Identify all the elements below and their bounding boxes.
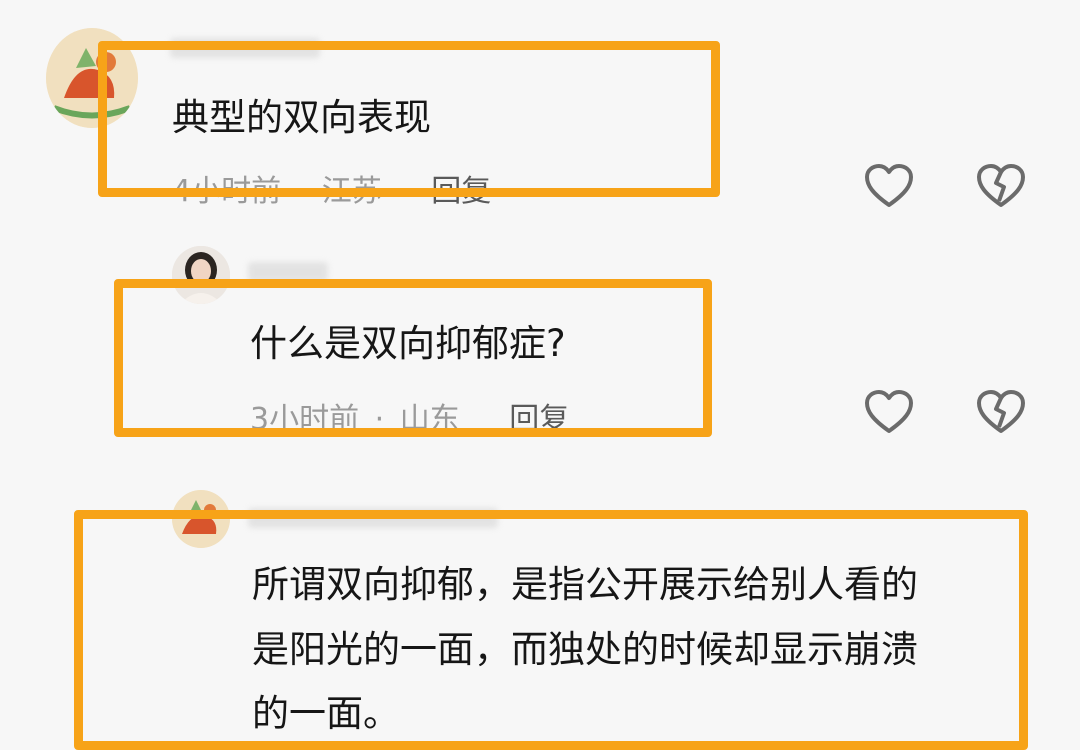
broken-heart-icon[interactable] [976, 163, 1026, 213]
highlight-box [114, 279, 712, 437]
highlight-box [98, 41, 720, 197]
heart-icon[interactable] [864, 389, 914, 439]
highlight-box [74, 510, 1028, 750]
heart-icon[interactable] [864, 163, 914, 213]
broken-heart-icon[interactable] [976, 389, 1026, 439]
